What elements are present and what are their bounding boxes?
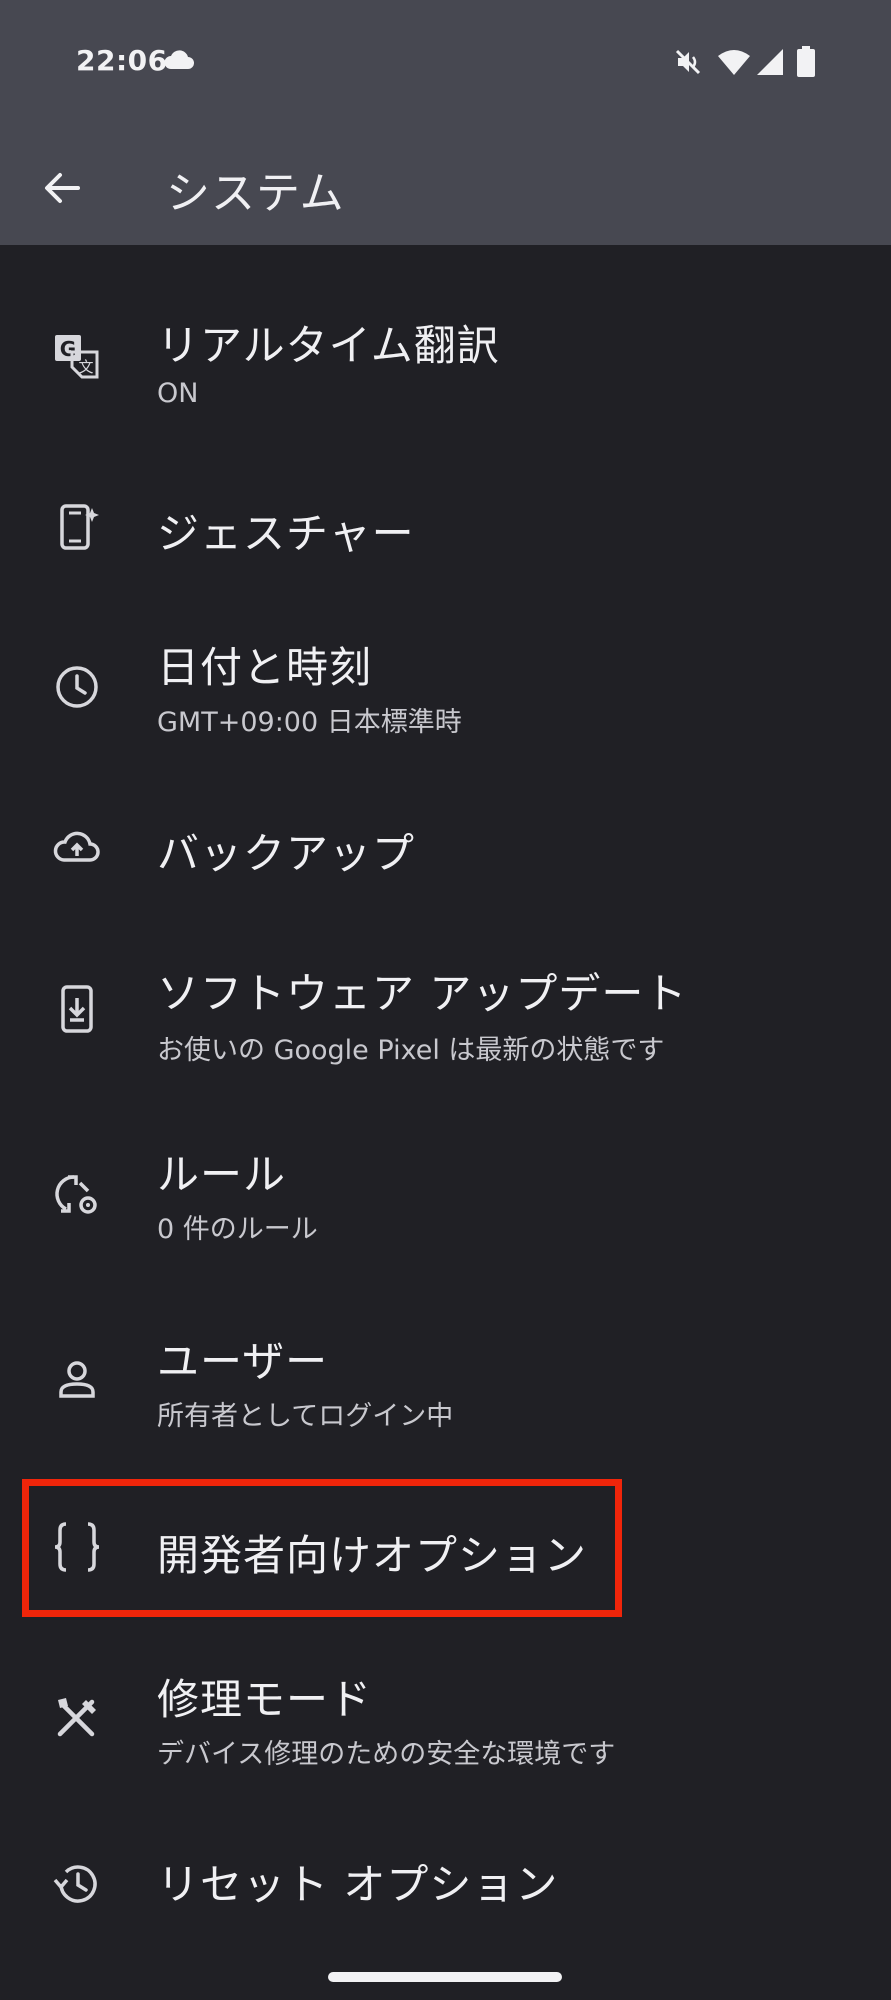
cloud-upload-icon [50,820,104,874]
page-title: システム [166,168,345,219]
app-header: 22:06 システム [0,0,891,245]
settings-item-date-time[interactable]: 日付と時刻 GMT+09:00 日本標準時 [0,620,891,750]
rules-icon [50,1167,104,1221]
highlight-box [22,1479,622,1617]
settings-item-backup[interactable]: バックアップ [0,800,891,900]
item-subtitle: お使いの Google Pixel は最新の状態です [157,1035,665,1066]
vibrate-off-icon [675,49,701,75]
settings-item-software-update[interactable]: ソフトウェア アップデート お使いの Google Pixel は最新の状態です [0,950,891,1080]
battery-icon [797,46,815,77]
system-update-icon [50,982,104,1036]
settings-item-live-translate[interactable]: G 文 リアルタイム翻訳 ON [0,300,891,430]
translate-icon: G 文 [50,330,104,384]
item-title: バックアップ [157,829,416,878]
gesture-phone-icon [50,500,104,554]
repair-tools-icon [50,1692,104,1746]
svg-text:文: 文 [78,358,93,376]
settings-item-gestures[interactable]: ジェスチャー [0,480,891,580]
settings-item-reset-options[interactable]: リセット オプション [0,1845,891,1945]
item-title: ユーザー [157,1337,329,1386]
clock-icon [50,660,104,714]
cloud-icon [164,50,194,69]
item-title: ジェスチャー [157,509,415,558]
item-subtitle: ON [157,378,199,409]
home-indicator[interactable] [328,1972,562,1982]
back-button[interactable] [34,160,90,216]
item-subtitle: 0 件のルール [157,1214,318,1245]
settings-item-rules[interactable]: ルール 0 件のルール [0,1135,891,1265]
settings-item-repair-mode[interactable]: 修理モード デバイス修理のための安全な環境です [0,1660,891,1790]
item-subtitle: 所有者としてログイン中 [157,1401,454,1432]
item-title: 修理モード [157,1675,373,1724]
item-subtitle: GMT+09:00 日本標準時 [157,707,462,738]
item-title: 日付と時刻 [157,643,373,692]
item-title: ソフトウェア アップデート [157,969,688,1018]
history-icon [50,1857,104,1911]
signal-icon [757,49,783,75]
person-icon [50,1352,104,1406]
svg-text:G: G [60,337,76,361]
settings-item-users[interactable]: ユーザー 所有者としてログイン中 [0,1320,891,1450]
wifi-icon [718,50,750,75]
item-subtitle: デバイス修理のための安全な環境です [157,1739,616,1770]
arrow-back-icon [45,173,80,203]
item-title: ルール [157,1150,287,1199]
status-time: 22:06 [76,44,168,77]
item-title: リセット オプション [157,1860,559,1909]
item-title: リアルタイム翻訳 [157,321,500,370]
